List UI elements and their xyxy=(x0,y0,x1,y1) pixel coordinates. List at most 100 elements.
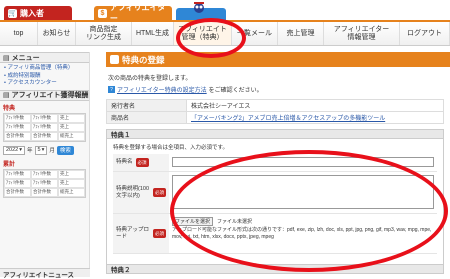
mascot-icon xyxy=(194,2,204,13)
grid-cell: 売上 xyxy=(58,178,85,188)
nav-html-generator-label: HTML生成 xyxy=(135,29,170,37)
bonus-upload-label: 特典アップロード 必須 xyxy=(113,214,169,253)
affiliate-icon: $ xyxy=(98,8,107,18)
buyer-tab[interactable]: 🛒 購入者 xyxy=(4,6,72,20)
page-title-text: 特典の登録 xyxy=(122,54,165,65)
product-label: 商品名 xyxy=(106,111,187,124)
affiliator-tab[interactable]: $ アフィリエイター xyxy=(94,3,172,23)
howto-line: ? アフィリエイター特典の設定方法 をご確認ください。 xyxy=(108,85,450,94)
sidebar-link-special-reward-label: 成約特別報酬 xyxy=(7,72,41,79)
chevron-down-icon: ▾ xyxy=(19,147,23,153)
menu-header: ▤ メニュー xyxy=(0,52,89,63)
bonus1-note: 特典を登録する場合は全項目、入力必須です。 xyxy=(113,145,228,151)
nav-top[interactable]: top xyxy=(0,22,38,45)
bonus1-header: 特典１ xyxy=(106,129,444,139)
nav-top-label: top xyxy=(13,29,24,37)
howto-link[interactable]: アフィリエイター特典の設定方法 xyxy=(117,85,207,94)
nav-logout[interactable]: ログアウト xyxy=(400,22,450,45)
chevron-down-icon: ▾ xyxy=(41,147,45,153)
file-status: ファイル未選択 xyxy=(217,219,253,225)
grid-cell: ｱﾌｨﾘ件数 xyxy=(31,122,58,132)
file-picker: ファイルを選択 ファイル未選択 xyxy=(172,217,434,226)
bonus-name-label-text: 特典名 xyxy=(116,159,133,165)
bonus-name-row: 特典名 必須 xyxy=(113,154,437,172)
required-badge: 必須 xyxy=(153,188,166,197)
grid-cell: 合計件数 xyxy=(31,187,58,197)
nav-affiliate-bonus-label: アフィリエイト 管理（特典） xyxy=(178,25,227,41)
nav-link-generator[interactable]: 商品指定 リンク生成 xyxy=(76,22,132,45)
grid-cell: 売上 xyxy=(58,169,85,179)
nav-sales-label: 売上管理 xyxy=(286,29,315,37)
file-select-button[interactable]: ファイルを選択 xyxy=(172,217,214,226)
month-value: 5 xyxy=(37,147,41,153)
grid-cell: ｱﾌｨﾘ件数 xyxy=(4,122,31,132)
nav-logout-label: ログアウト xyxy=(407,29,442,37)
bonus-description-row: 特典説明(100文字以内) 必須 xyxy=(113,172,437,214)
buyer-tab-label: 購入者 xyxy=(20,8,44,18)
main-nav: top お知らせ 商品指定 リンク生成 HTML生成 アフィリエイト 管理（特典… xyxy=(0,20,450,46)
bonus-name-label: 特典名 必須 xyxy=(113,154,169,171)
earnings-title: アフィリエイト獲得報酬 xyxy=(11,92,89,99)
product-info-table: 発行者名 株式会社シーアイエス 商品名 「アメーバキング2」アメブロ売上倍増＆アクセ… xyxy=(106,99,444,124)
nav-news-label: お知らせ xyxy=(42,29,71,37)
total-grid: ｱﾌｨﾘ件数 ｱﾌｨﾘ件数 売上 ｱﾌｨﾘ件数 ｱﾌｨﾘ件数 売上 合計件数 合計件数 総売上 xyxy=(3,168,86,198)
month-select[interactable]: 5 ▾ xyxy=(34,145,48,155)
nav-affiliator-info[interactable]: アフィリエイター 情報管理 xyxy=(324,22,400,45)
earnings-subtitle: 特典 xyxy=(3,105,16,112)
view-button[interactable]: 検索 xyxy=(56,145,74,155)
grid-cell: 合計件数 xyxy=(4,187,31,197)
grid-cell: 売上 xyxy=(58,113,85,123)
howto-suffix: をご確認ください。 xyxy=(208,88,263,94)
nav-affiliate-bonus[interactable]: アフィリエイト 管理（特典） xyxy=(174,22,232,45)
grid-cell: 合計件数 xyxy=(4,131,31,141)
bonus-upload-label-text: 特典アップロード xyxy=(116,226,150,240)
menu-icon: ▤ xyxy=(3,54,10,62)
sidebar-link-access-counter-label: アクセスカウンター xyxy=(7,80,57,86)
required-badge: 必須 xyxy=(153,229,166,238)
issuer-value: 株式会社シーアイエス xyxy=(186,99,444,112)
cart-icon: 🛒 xyxy=(8,8,17,18)
bonus-description-textarea[interactable] xyxy=(172,175,434,209)
grid-cell: 総売上 xyxy=(58,187,85,197)
product-value: 「アメーバキング2」アメブロ売上倍増＆アクセスアップの多機能ツール xyxy=(186,111,444,124)
main-content: 特典の登録 次の商品の特典を登録します。 ? アフィリエイター特典の設定方法 をご確… xyxy=(106,52,450,265)
sidebar: ▤ メニュー • アフィリ商品管理（特典） • 成約特別報酬 • アクセスカウンタ… xyxy=(0,52,90,277)
menu-title: メニュー xyxy=(11,54,40,62)
grid-cell: 売上 xyxy=(58,122,85,132)
date-selector: 2022 ▾ 年 5 ▾ 月 検索 xyxy=(3,145,86,155)
table-row: 商品名 「アメーバキング2」アメブロ売上倍増＆アクセスアップの多機能ツール xyxy=(106,111,444,124)
intro-text: 次の商品の特典を登録します。 xyxy=(108,76,192,82)
bonus2-header: 特典２ xyxy=(106,264,444,274)
sidebar-link-special-reward[interactable]: • 成約特別報酬 xyxy=(0,73,89,81)
news-title: アフィリエイトニュース xyxy=(3,272,75,279)
bonus-description-label: 特典説明(100文字以内) 必須 xyxy=(113,172,169,213)
title-icon xyxy=(110,55,119,64)
bonus1-form: 特典を登録する場合は全項目、入力必須です。 特典名 必須 特典説明(100文字以内… xyxy=(106,139,444,265)
year-suffix: 年 xyxy=(27,148,33,154)
earnings-grid: ｱﾌｨﾘ件数 ｱﾌｨﾘ件数 売上 ｱﾌｨﾘ件数 ｱﾌｨﾘ件数 売上 合計件数 合計件数 総売上 xyxy=(3,112,86,142)
nav-sales[interactable]: 売上管理 xyxy=(278,22,324,45)
nav-html-generator[interactable]: HTML生成 xyxy=(132,22,174,45)
grid-cell: ｱﾌｨﾘ件数 xyxy=(4,178,31,188)
grid-cell: ｱﾌｨﾘ件数 xyxy=(4,169,31,179)
nav-bulk-mail[interactable]: 一覧メール xyxy=(232,22,278,45)
grid-cell: ｱﾌｨﾘ件数 xyxy=(4,113,31,123)
total-subtitle: 累計 xyxy=(3,161,16,168)
file-format-note: アップロード可能なファイル形式は次の通りです：pdf, exe, zip, lz… xyxy=(172,227,432,240)
grid-cell: ｱﾌｨﾘ件数 xyxy=(31,169,58,179)
nav-link-generator-label: 商品指定 リンク生成 xyxy=(86,25,121,41)
nav-news[interactable]: お知らせ xyxy=(38,22,76,45)
nav-affiliator-info-label: アフィリエイター 情報管理 xyxy=(333,25,390,41)
product-link[interactable]: 「アメーバキング2」アメブロ売上倍増＆アクセスアップの多機能ツール xyxy=(191,116,385,122)
bonus-description-label-text: 特典説明(100文字以内) xyxy=(116,185,150,199)
sidebar-link-access-counter[interactable]: • アクセスカウンター xyxy=(0,80,89,88)
year-value: 2022 xyxy=(6,147,19,153)
sidebar-link-products[interactable]: • アフィリ商品管理（特典） xyxy=(0,65,89,73)
earnings-header: ▤ アフィリエイト獲得報酬 xyxy=(0,89,89,101)
sidebar-link-products-label: アフィリ商品管理（特典） xyxy=(7,65,74,71)
bonus-upload-row: 特典アップロード 必須 ファイルを選択 ファイル未選択 アップロード可能なファイル形… xyxy=(113,214,437,254)
year-select[interactable]: 2022 ▾ xyxy=(3,145,26,155)
news-header: アフィリエイトニュース xyxy=(0,268,90,279)
bonus-name-input[interactable] xyxy=(172,157,434,167)
table-row: 発行者名 株式会社シーアイエス xyxy=(106,99,444,112)
